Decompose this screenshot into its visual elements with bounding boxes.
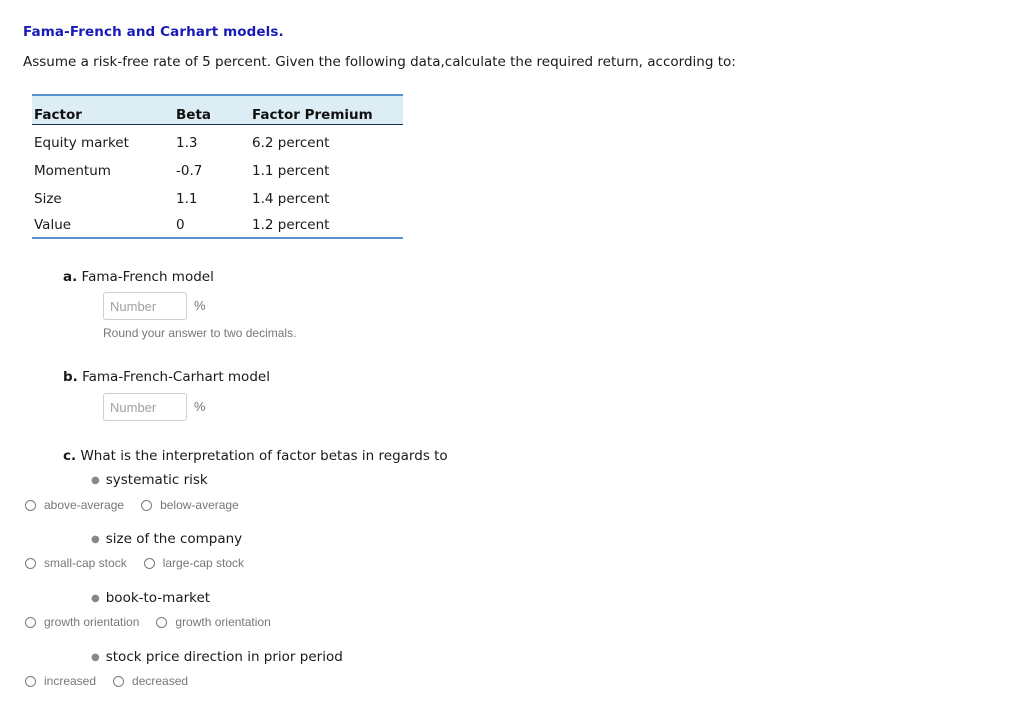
- cell-premium: 1.2 percent: [250, 213, 403, 239]
- radio-circle-icon[interactable]: [143, 557, 155, 569]
- cell-beta: 1.3: [176, 135, 198, 151]
- radio-above-average[interactable]: above-average: [25, 498, 124, 512]
- bullet-text: stock price direction in prior period: [105, 649, 343, 665]
- bullet-dot-icon: ●: [91, 475, 100, 486]
- cell-beta: 1.1: [176, 191, 198, 207]
- radio-circle-icon[interactable]: [156, 616, 168, 628]
- radio-circle-icon[interactable]: [25, 499, 36, 511]
- radio-small-cap-stock[interactable]: small-cap stock: [25, 556, 127, 570]
- bullet-dot-icon: ●: [91, 652, 100, 663]
- radio-large-cap-stock[interactable]: large-cap stock: [143, 556, 245, 570]
- radio-circle-icon[interactable]: [141, 499, 153, 511]
- header-factor-premium: Factor Premium: [250, 94, 403, 125]
- radio-label: below-average: [160, 498, 239, 512]
- part-a-percent-unit: %: [194, 298, 206, 313]
- radio-circle-icon[interactable]: [25, 557, 36, 569]
- fama-french-answer-input[interactable]: [103, 292, 187, 320]
- header-factor: Factor: [32, 94, 174, 125]
- part-c-label: c. What is the interpretation of factor …: [63, 448, 448, 464]
- part-b-text: Fama-French-Carhart model: [82, 369, 270, 385]
- radio-group-price-direction: increased decreased: [25, 674, 205, 688]
- part-a-label: a. Fama-French model: [63, 269, 214, 285]
- cell-premium: 1.4 percent: [252, 191, 330, 207]
- cell-factor: Momentum: [34, 163, 111, 179]
- part-c-letter: c.: [63, 448, 77, 464]
- part-c-question: What is the interpretation of factor bet…: [80, 448, 448, 464]
- radio-circle-icon[interactable]: [25, 616, 36, 628]
- bullet-dot-icon: ●: [91, 534, 100, 545]
- radio-label: decreased: [132, 674, 189, 688]
- radio-below-average[interactable]: below-average: [141, 498, 239, 512]
- part-a-text: Fama-French model: [81, 269, 214, 285]
- radio-circle-icon[interactable]: [25, 675, 36, 687]
- radio-label: growth orientation: [175, 615, 271, 629]
- fama-french-carhart-answer-input[interactable]: [103, 393, 187, 421]
- table-row: Size 1.1 1.4 percent: [32, 185, 403, 213]
- bullet-dot-icon: ●: [91, 593, 100, 604]
- bullet-stock-price-direction: ● stock price direction in prior period: [91, 649, 343, 665]
- cell-beta: 0: [174, 213, 250, 239]
- table-row: Value 0 1.2 percent: [32, 213, 403, 239]
- bullet-systematic-risk: ● systematic risk: [91, 472, 208, 488]
- table-header-row: Factor Beta Factor Premium: [32, 94, 403, 125]
- radio-group-size: small-cap stock large-cap stock: [25, 556, 261, 570]
- rounding-hint: Round your answer to two decimals.: [103, 326, 297, 340]
- cell-factor: Value: [32, 213, 174, 239]
- radio-circle-icon[interactable]: [113, 675, 125, 687]
- bullet-text: size of the company: [105, 531, 243, 547]
- cell-factor: Equity market: [34, 135, 129, 151]
- bullet-text: systematic risk: [105, 472, 208, 488]
- bullet-text: book-to-market: [105, 590, 211, 606]
- page-title: Fama-French and Carhart models.: [23, 24, 284, 40]
- bullet-size-of-company: ● size of the company: [91, 531, 242, 547]
- part-b-letter: b.: [63, 369, 78, 385]
- radio-label: above-average: [44, 498, 125, 512]
- radio-label: large-cap stock: [162, 556, 245, 570]
- table-row: Equity market 1.3 6.2 percent: [32, 125, 403, 158]
- radio-group-book-to-market: growth orientation growth orientation: [25, 615, 288, 629]
- problem-intro: Assume a risk-free rate of 5 percent. Gi…: [23, 54, 736, 70]
- cell-premium: 6.2 percent: [252, 135, 330, 151]
- part-a-letter: a.: [63, 269, 78, 285]
- cell-premium: 1.1 percent: [252, 163, 330, 179]
- radio-growth-orientation-2[interactable]: growth orientation: [156, 615, 271, 629]
- radio-label: increased: [44, 674, 97, 688]
- radio-growth-orientation-1[interactable]: growth orientation: [25, 615, 139, 629]
- radio-label: small-cap stock: [44, 556, 127, 570]
- bullet-book-to-market: ● book-to-market: [91, 590, 210, 606]
- table-row: Momentum -0.7 1.1 percent: [32, 157, 403, 185]
- radio-label: growth orientation: [44, 615, 140, 629]
- cell-factor: Size: [34, 191, 62, 207]
- radio-group-systematic-risk: above-average below-average: [25, 498, 256, 512]
- cell-beta: -0.7: [176, 163, 203, 179]
- factor-table: Factor Beta Factor Premium Equity market…: [32, 94, 403, 239]
- part-b-label: b. Fama-French-Carhart model: [63, 369, 270, 385]
- radio-decreased[interactable]: decreased: [113, 674, 188, 688]
- part-b-percent-unit: %: [194, 399, 206, 414]
- radio-increased[interactable]: increased: [25, 674, 96, 688]
- header-beta: Beta: [174, 94, 250, 125]
